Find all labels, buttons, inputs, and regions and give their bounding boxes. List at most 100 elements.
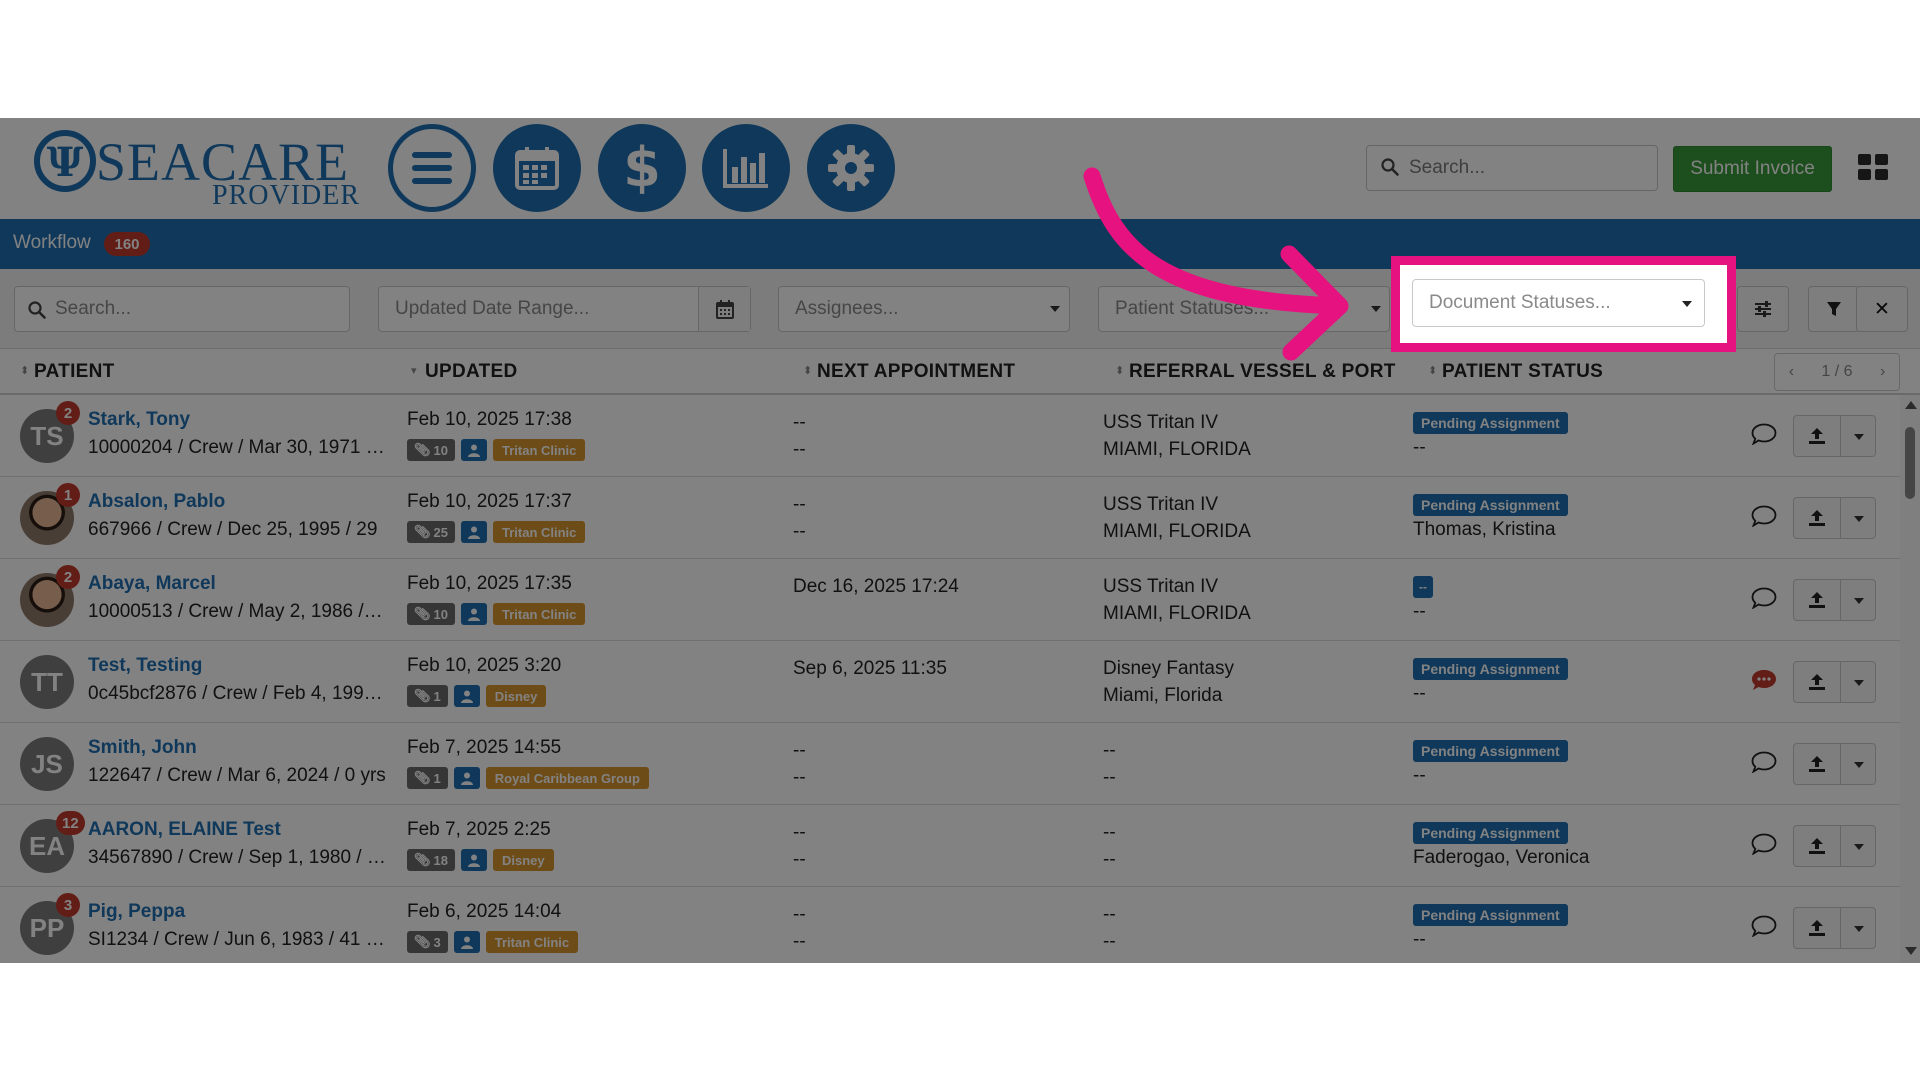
row-actions-dropdown[interactable] (1840, 497, 1876, 539)
row-actions-dropdown[interactable] (1840, 907, 1876, 949)
appointment-line-2: -- (793, 521, 806, 542)
attachment-count: 10 (433, 606, 448, 622)
row-actions-dropdown[interactable] (1840, 825, 1876, 867)
upload-button[interactable] (1793, 907, 1841, 949)
document-status-select[interactable] (1412, 279, 1705, 327)
notification-badge: 12 (56, 811, 85, 835)
chat-bubble-icon[interactable] (1751, 505, 1777, 527)
chat-bubble-icon[interactable] (1751, 915, 1777, 937)
table-row[interactable]: PP 3 Pig, Peppa SI1234 / Crew / Jun 6, 1983… (0, 887, 1900, 963)
filter-button[interactable] (1808, 286, 1860, 332)
document-status-input[interactable] (1429, 280, 1669, 326)
upload-button[interactable] (1793, 661, 1841, 703)
patient-name-link[interactable]: Test, Testing (88, 655, 202, 677)
avatar[interactable]: TT (20, 655, 74, 709)
upload-icon (1809, 510, 1825, 526)
updated-date: Feb 7, 2025 2:25 (407, 819, 551, 840)
paperclip-icon: 📎︎ (414, 442, 431, 457)
port-name: MIAMI, FLORIDA (1103, 439, 1251, 460)
upload-button[interactable] (1793, 825, 1841, 867)
col-next-appointment[interactable]: ⬍ NEXT APPOINTMENT (803, 361, 1015, 383)
patient-status-select[interactable] (1098, 286, 1390, 332)
next-page-button[interactable]: › (1880, 363, 1885, 381)
patient-search-box[interactable] (14, 286, 350, 332)
table-row[interactable]: TS 2 Stark, Tony 10000204 / Crew / Mar 30, … (0, 395, 1900, 477)
row-actions-dropdown[interactable] (1840, 661, 1876, 703)
referral-vessel-port: -- -- (1103, 819, 1116, 873)
row-actions-dropdown[interactable] (1840, 743, 1876, 785)
reports-button[interactable] (702, 124, 790, 212)
calendar-button[interactable] (493, 124, 581, 212)
port-name: MIAMI, FLORIDA (1103, 521, 1251, 542)
row-tags: 📎︎ 10 Tritan Clinic (407, 439, 586, 461)
clear-filters-button[interactable]: ✕ (1856, 286, 1908, 332)
date-range-box[interactable] (378, 286, 751, 332)
global-search[interactable] (1366, 145, 1658, 191)
billing-button[interactable]: $ (598, 124, 686, 212)
global-search-input[interactable] (1409, 146, 1649, 190)
status-badge: Pending Assignment (1413, 658, 1568, 680)
patient-name-link[interactable]: Stark, Tony (88, 409, 190, 431)
referral-vessel-port: USS Tritan IV MIAMI, FLORIDA (1103, 491, 1251, 545)
col-updated[interactable]: ▾ UPDATED (411, 361, 518, 383)
col-patient[interactable]: ⬍ PATIENT (20, 361, 115, 383)
upload-button[interactable] (1793, 497, 1841, 539)
assignees-input[interactable] (795, 287, 1035, 331)
chat-bubble-icon[interactable] (1751, 833, 1777, 855)
avatar[interactable]: JS (20, 737, 74, 791)
settings-button[interactable] (807, 124, 895, 212)
appointment-line-1: -- (793, 494, 806, 515)
chat-bubble-icon[interactable] (1751, 669, 1777, 691)
patient-search-input[interactable] (55, 287, 335, 331)
updated-date: Feb 10, 2025 17:37 (407, 491, 572, 512)
menu-button[interactable] (388, 124, 476, 212)
assignee: -- (1413, 765, 1426, 786)
date-picker-button[interactable] (698, 287, 750, 331)
patient-name-link[interactable]: Smith, John (88, 737, 197, 759)
referral-vessel-port: USS Tritan IV MIAMI, FLORIDA (1103, 573, 1251, 627)
scroll-thumb[interactable] (1905, 427, 1915, 499)
col-referral[interactable]: ⬍ REFERRAL VESSEL & PORT (1115, 361, 1396, 383)
clinic-badge: Tritan Clinic (485, 931, 579, 953)
workflow-label[interactable]: Workflow (13, 232, 91, 254)
date-range-input[interactable] (395, 287, 685, 331)
column-settings-button[interactable] (1737, 286, 1789, 332)
table-row[interactable]: JS Smith, John 122647 / Crew / Mar 6, 2024… (0, 723, 1900, 805)
patient-name-link[interactable]: AARON, ELAINE Test (88, 819, 281, 841)
row-actions-dropdown[interactable] (1840, 415, 1876, 457)
scrollbar[interactable] (1900, 395, 1920, 963)
assignee: Thomas, Kristina (1413, 519, 1556, 540)
row-tags: 📎︎ 25 Tritan Clinic (407, 521, 586, 543)
table-row[interactable]: 2 Abaya, Marcel 10000513 / Crew / May 2, 1… (0, 559, 1900, 641)
seacare-logo[interactable]: SEACARE PROVIDER (34, 130, 364, 210)
apps-grid-icon[interactable] (1858, 154, 1888, 180)
submit-invoice-button[interactable]: Submit Invoice (1673, 146, 1832, 192)
chat-bubble-icon[interactable] (1751, 423, 1777, 445)
upload-button[interactable] (1793, 743, 1841, 785)
avatar-initials: JS (31, 748, 63, 779)
row-tags: 📎︎ 1 Royal Caribbean Group (407, 767, 649, 789)
patient-name-link[interactable]: Pig, Peppa (88, 901, 185, 923)
appointment-line-2: -- (793, 439, 806, 460)
table-row[interactable]: TT Test, Testing 0c45bcf2876 / Crew / Feb … (0, 641, 1900, 723)
patient-status-input[interactable] (1115, 287, 1355, 331)
scroll-up-icon[interactable] (1905, 401, 1917, 409)
scroll-down-icon[interactable] (1905, 947, 1917, 955)
status-badge: -- (1413, 576, 1433, 598)
row-actions-dropdown[interactable] (1840, 579, 1876, 621)
upload-button[interactable] (1793, 579, 1841, 621)
prev-page-button[interactable]: ‹ (1789, 363, 1794, 381)
patient-name-link[interactable]: Absalon, Pablo (88, 491, 225, 513)
upload-icon (1809, 592, 1825, 608)
table-row[interactable]: EA 12 AARON, ELAINE Test 34567890 / Crew / … (0, 805, 1900, 887)
col-patient-status[interactable]: ⬍ PATIENT STATUS (1428, 361, 1603, 383)
chat-bubble-icon[interactable] (1751, 751, 1777, 773)
upload-button[interactable] (1793, 415, 1841, 457)
patient-name-link[interactable]: Abaya, Marcel (88, 573, 216, 595)
patient-info: 667966 / Crew / Dec 25, 1995 / 29 (88, 519, 378, 540)
table-row[interactable]: 1 Absalon, Pablo 667966 / Crew / Dec 25, 1… (0, 477, 1900, 559)
assignees-select[interactable] (778, 286, 1070, 332)
updated-date: Feb 10, 2025 17:38 (407, 409, 572, 430)
vessel-name: USS Tritan IV (1103, 412, 1219, 433)
chat-bubble-icon[interactable] (1751, 587, 1777, 609)
